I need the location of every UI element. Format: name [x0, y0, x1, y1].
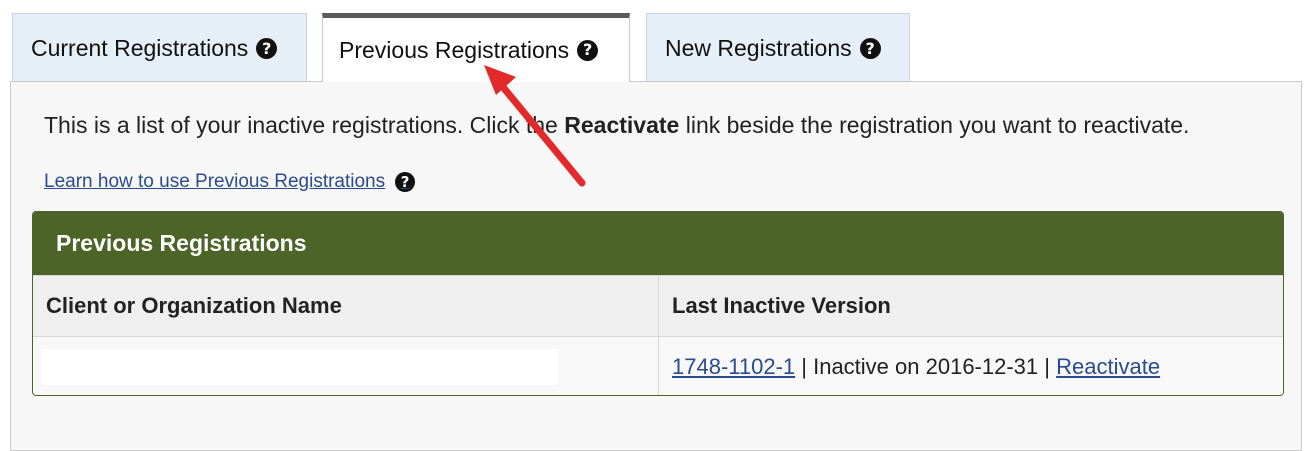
- help-circle-icon[interactable]: ?: [395, 172, 416, 192]
- table-header-row: Client or Organization Name Last Inactiv…: [33, 275, 1283, 337]
- version-link[interactable]: 1748-1102-1: [672, 354, 795, 379]
- intro-text: This is a list of your inactive registra…: [44, 112, 1190, 138]
- learn-how-link[interactable]: Learn how to use Previous Registrations: [44, 171, 385, 193]
- registration-tabs: Current Registrations ? Previous Registr…: [0, 0, 1304, 83]
- column-header-version: Last Inactive Version: [658, 275, 1283, 337]
- annotation-arrow-icon: [484, 65, 586, 187]
- column-header-client: Client or Organization Name: [33, 275, 659, 337]
- previous-registrations-table: Previous Registrations Client or Organiz…: [32, 211, 1284, 396]
- version-cell: 1748-1102-1 | Inactive on 2016-12-31 | R…: [658, 336, 1283, 395]
- table-title: Previous Registrations: [33, 212, 1283, 275]
- tab-label: New Registrations: [665, 35, 852, 61]
- reactivate-link[interactable]: Reactivate: [1056, 354, 1160, 379]
- help-circle-icon[interactable]: ?: [859, 38, 881, 59]
- redacted-client-name: [42, 349, 558, 385]
- tab-panel: This is a list of your inactive registra…: [10, 81, 1302, 451]
- learn-link-row: Learn how to use Previous Registrations …: [44, 171, 416, 193]
- tab-label: Current Registrations: [31, 35, 249, 61]
- tab-new-registrations[interactable]: New Registrations ?: [646, 13, 910, 83]
- table-row: 1748-1102-1 | Inactive on 2016-12-31 | R…: [33, 336, 1283, 395]
- help-circle-icon[interactable]: ?: [256, 38, 278, 59]
- tab-current-registrations[interactable]: Current Registrations ?: [12, 13, 307, 83]
- inactive-status: Inactive on 2016-12-31: [813, 354, 1039, 379]
- client-name-cell: [33, 336, 659, 395]
